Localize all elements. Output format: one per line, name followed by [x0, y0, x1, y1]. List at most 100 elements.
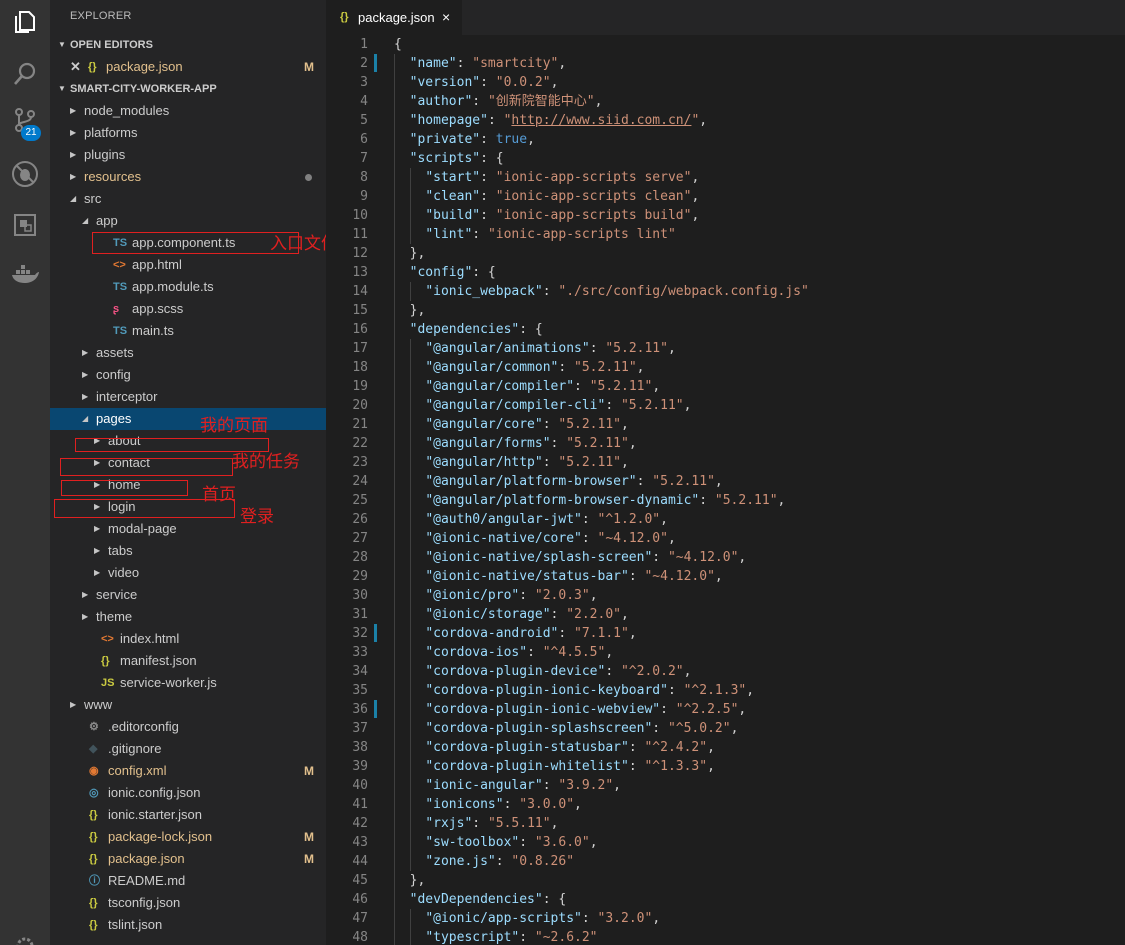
- code-token: ,: [589, 588, 598, 603]
- tree-item-label: tslint.json: [108, 917, 163, 932]
- tree-file[interactable]: ʂ app.scss: [50, 298, 326, 320]
- code-token: :: [480, 208, 496, 223]
- project-header[interactable]: ▼ SMART-CITY-WORKER-APP: [50, 78, 326, 100]
- tree-file[interactable]: ⚙ .editorconfig: [50, 716, 326, 738]
- tree-file[interactable]: ⓘ README.md: [50, 870, 326, 892]
- code-token: "5.5.11": [487, 816, 551, 831]
- project-label: SMART-CITY-WORKER-APP: [70, 83, 217, 95]
- tree-folder[interactable]: ▶ config: [50, 364, 326, 386]
- code-token: "^1.3.3": [644, 759, 708, 774]
- extensions-icon[interactable]: [9, 209, 41, 241]
- code-token: :: [652, 721, 668, 736]
- tree-item-label: about: [108, 433, 141, 448]
- line-number: 11: [352, 227, 368, 242]
- modified-line-marker: [374, 54, 377, 72]
- tree-item-label: src: [84, 191, 102, 206]
- tree-folder[interactable]: ▶ home: [50, 474, 326, 496]
- code-token: ,: [738, 702, 747, 717]
- tree-file[interactable]: {} ionic.starter.json: [50, 804, 326, 826]
- chevron-right-icon: ▶: [82, 590, 89, 599]
- code-token: "ionic-app-scripts serve": [495, 170, 692, 185]
- tree-item-label: ionic.config.json: [108, 785, 201, 800]
- tree-folder[interactable]: ◢ pages: [50, 408, 326, 430]
- explorer-sidebar: EXPLORER ▼ OPEN EDITORS ✕ {} package.jso…: [50, 0, 338, 945]
- tree-file[interactable]: TS main.ts: [50, 320, 326, 342]
- tree-file[interactable]: {} package-lock.json M: [50, 826, 326, 848]
- debug-icon[interactable]: [9, 158, 41, 190]
- line-number: 45: [352, 873, 368, 888]
- code-token: "smartcity": [472, 56, 559, 71]
- code-token: "ionic-app-scripts lint": [487, 227, 676, 242]
- code-token: },: [394, 303, 426, 318]
- code-token: "@ionic/storage": [425, 607, 551, 622]
- code-token: ,: [738, 550, 747, 565]
- open-editors-header[interactable]: ▼ OPEN EDITORS: [50, 34, 326, 56]
- tree-file[interactable]: ◆ .gitignore: [50, 738, 326, 760]
- chevron-right-icon: ▶: [94, 568, 101, 577]
- line-number: 13: [352, 265, 368, 280]
- code-token: "~4.12.0": [597, 531, 668, 546]
- tree-file[interactable]: {} tslint.json: [50, 914, 326, 936]
- tree-folder[interactable]: ▶ theme: [50, 606, 326, 628]
- tree-item-label: index.html: [120, 631, 180, 646]
- code-editor[interactable]: 1 {2 "name": "smartcity", 3 "version": "0.…: [326, 35, 1125, 945]
- code-token: ,: [660, 512, 668, 527]
- tree-folder[interactable]: ▶ www: [50, 694, 326, 716]
- code-token: "rxjs": [425, 816, 473, 831]
- tree-file[interactable]: {} manifest.json: [50, 650, 326, 672]
- code-line: "@angular/platform-browser": "5.2.11",: [394, 472, 722, 491]
- editor-tab-bar: {} package.json ×: [326, 0, 1125, 35]
- tree-item-label: app.module.ts: [132, 279, 214, 294]
- code-token: "5.2.11": [620, 398, 684, 413]
- tree-file[interactable]: <> app.html: [50, 254, 326, 276]
- code-token: :: [550, 436, 567, 451]
- tree-file[interactable]: ◎ ionic.config.json: [50, 782, 326, 804]
- settings-gear-icon[interactable]: [9, 930, 41, 945]
- tree-file[interactable]: {} package.json M: [50, 848, 326, 870]
- tree-folder[interactable]: ▶ video: [50, 562, 326, 584]
- docker-icon[interactable]: [9, 259, 41, 291]
- tree-folder[interactable]: ▶ node_modules: [50, 100, 326, 122]
- code-token: :: [487, 113, 504, 128]
- gear-icon: ⚙: [89, 721, 99, 733]
- tree-folder[interactable]: ▶ platforms: [50, 122, 326, 144]
- files-icon[interactable]: [9, 6, 41, 38]
- ts-file-icon: TS: [113, 325, 128, 337]
- close-icon[interactable]: ✕: [70, 56, 81, 78]
- tree-folder[interactable]: ▶ tabs: [50, 540, 326, 562]
- tree-folder[interactable]: ▶ plugins: [50, 144, 326, 166]
- code-token: ,: [667, 341, 676, 356]
- tree-folder[interactable]: ▶ modal-page: [50, 518, 326, 540]
- tree-file[interactable]: ◉ config.xml M: [50, 760, 326, 782]
- tree-item-label: assets: [96, 345, 134, 360]
- code-token: "5.2.11": [714, 493, 778, 508]
- tree-folder[interactable]: ▶ service: [50, 584, 326, 606]
- scm-badge: 21: [21, 125, 41, 141]
- open-editor-item[interactable]: ✕ {} package.json M: [50, 56, 326, 78]
- search-icon[interactable]: [9, 58, 41, 90]
- tree-file[interactable]: <> index.html: [50, 628, 326, 650]
- tree-file[interactable]: {} tsconfig.json: [50, 892, 326, 914]
- tree-item-label: app.html: [132, 257, 182, 272]
- tree-file[interactable]: TS app.module.ts: [50, 276, 326, 298]
- close-icon[interactable]: ×: [442, 0, 450, 35]
- tree-folder[interactable]: ▶ assets: [50, 342, 326, 364]
- tree-folder[interactable]: ▶ login: [50, 496, 326, 518]
- tree-folder[interactable]: ▶ resources: [50, 166, 326, 188]
- code-token: "3.2.0": [597, 911, 653, 926]
- code-token: "@ionic/pro": [425, 588, 520, 603]
- line-number: 48: [352, 930, 368, 945]
- tree-item-label: modal-page: [108, 521, 177, 536]
- tab-package-json[interactable]: {} package.json ×: [326, 0, 462, 35]
- code-line: "homepage": "http://www.siid.com.cn/",: [394, 111, 707, 130]
- tree-item-label: tabs: [108, 543, 133, 558]
- tree-file[interactable]: JS service-worker.js: [50, 672, 326, 694]
- code-token: "cordova-plugin-device": [425, 664, 606, 679]
- tree-folder[interactable]: ▶ interceptor: [50, 386, 326, 408]
- tree-folder[interactable]: ◢ src: [50, 188, 326, 210]
- code-token: "@angular/compiler-cli": [425, 398, 606, 413]
